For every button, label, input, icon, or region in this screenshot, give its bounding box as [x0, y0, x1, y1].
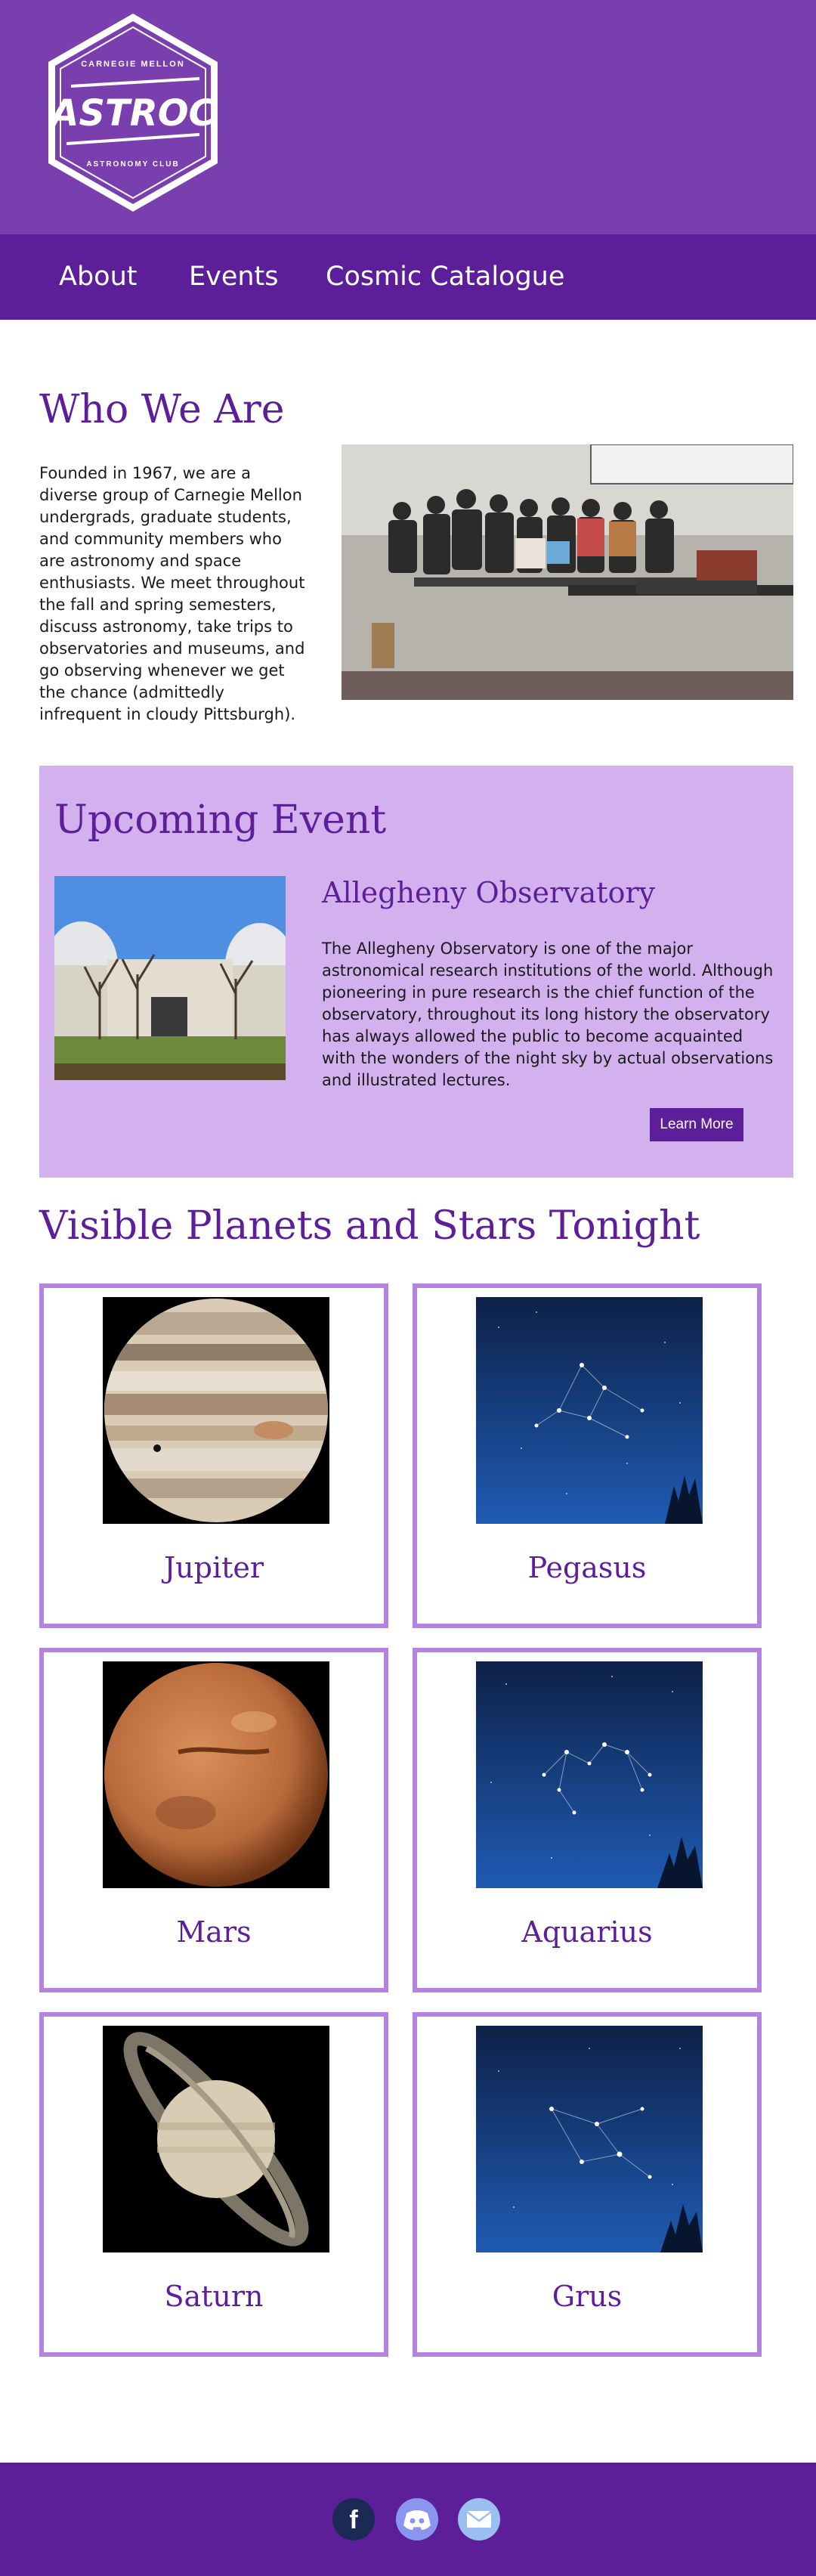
- jupiter-image: [103, 1297, 329, 1524]
- mail-icon[interactable]: [458, 2498, 500, 2540]
- site-footer: f: [0, 2463, 816, 2576]
- nav-about[interactable]: About: [59, 234, 137, 320]
- sky-tonight-heading: Visible Planets and Stars Tonight: [39, 1203, 700, 1249]
- sky-card-pegasus[interactable]: Pegasus: [413, 1283, 762, 1628]
- card-label-grus: Grus: [552, 2280, 623, 2313]
- upcoming-event-heading: Upcoming Event: [54, 797, 387, 843]
- nav-cosmic-catalogue[interactable]: Cosmic Catalogue: [326, 234, 564, 320]
- sky-card-jupiter[interactable]: Jupiter: [39, 1283, 388, 1628]
- logo-name-text: ASTROC: [48, 92, 215, 135]
- card-label-pegasus: Pegasus: [527, 1551, 647, 1584]
- upcoming-event-section: Upcoming Event Allegheny Observatory The…: [39, 766, 793, 1178]
- sky-card-aquarius[interactable]: Aquarius: [413, 1648, 762, 1992]
- facebook-icon[interactable]: f: [332, 2498, 375, 2540]
- logo-top-text: CARNEGIE MELLON: [81, 60, 185, 69]
- club-group-photo: [342, 444, 793, 700]
- site-header: CARNEGIE MELLON ASTROC ASTRONOMY CLUB: [0, 0, 816, 234]
- logo-bottom-text: ASTRONOMY CLUB: [86, 160, 179, 169]
- observatory-photo: [54, 876, 286, 1080]
- sky-card-grus[interactable]: Grus: [413, 2012, 762, 2357]
- learn-more-button[interactable]: Learn More: [650, 1108, 743, 1141]
- mars-image: [103, 1661, 329, 1888]
- event-name[interactable]: Allegheny Observatory: [322, 876, 655, 909]
- saturn-image: [103, 2026, 329, 2252]
- card-label-mars: Mars: [176, 1915, 252, 1949]
- nav-events[interactable]: Events: [189, 234, 279, 320]
- event-description: The Allegheny Observatory is one of the …: [322, 940, 774, 1089]
- who-we-are-text: Founded in 1967, we are a diverse group …: [39, 464, 305, 723]
- svg-text:f: f: [349, 2506, 358, 2534]
- card-label-jupiter: Jupiter: [163, 1551, 264, 1584]
- main-nav: About Events Cosmic Catalogue: [0, 234, 816, 320]
- card-label-saturn: Saturn: [164, 2280, 264, 2313]
- grus-constellation-image: [476, 2026, 703, 2252]
- sky-card-saturn[interactable]: Saturn: [39, 2012, 388, 2357]
- sky-card-mars[interactable]: Mars: [39, 1648, 388, 1992]
- discord-icon[interactable]: [396, 2498, 438, 2540]
- aquarius-constellation-image: [476, 1661, 703, 1888]
- who-we-are-heading: Who We Are: [39, 387, 285, 432]
- pegasus-constellation-image: [476, 1297, 703, 1524]
- astroc-logo[interactable]: CARNEGIE MELLON ASTROC ASTRONOMY CLUB: [44, 11, 222, 215]
- card-label-aquarius: Aquarius: [521, 1915, 653, 1949]
